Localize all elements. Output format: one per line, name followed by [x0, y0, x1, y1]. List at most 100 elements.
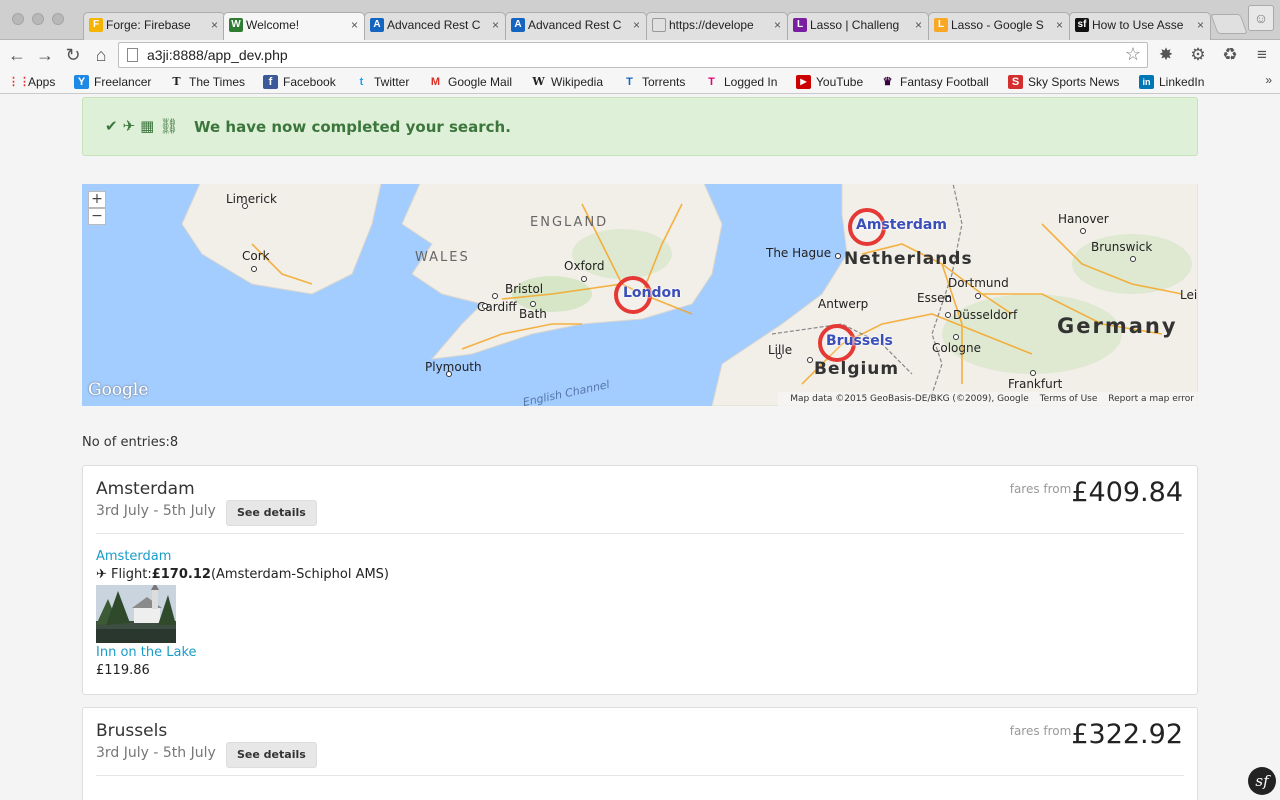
total-price: £322.92 [1071, 719, 1183, 750]
tab-close-icon[interactable]: × [1056, 13, 1063, 37]
car-icon: ⛓ [159, 117, 184, 135]
fares-from-label: fares from [1009, 724, 1072, 738]
map-attribution: Map data ©2015 GeoBasis-DE/BKG (©2009), … [778, 392, 1198, 406]
bookmarks-overflow-icon[interactable]: » [1265, 73, 1272, 87]
bookmark-twitter[interactable]: t Twitter [354, 73, 410, 91]
tab-welcome[interactable]: W Welcome! × [223, 12, 365, 40]
success-alert: ✔✈▦⛓ We have now completed your search. [82, 97, 1198, 156]
tab-close-icon[interactable]: × [1197, 13, 1204, 37]
bookmark-the-times[interactable]: T The Times [169, 73, 245, 91]
bookmark-linkedin[interactable]: in LinkedIn [1139, 73, 1204, 91]
tab-close-icon[interactable]: × [351, 13, 358, 37]
bookmark-google-mail[interactable]: M Google Mail [428, 73, 512, 91]
map-label: Belgium [814, 359, 900, 379]
map-marker-label[interactable]: London [623, 285, 681, 301]
bookmark-label: Facebook [283, 75, 336, 89]
facebook-icon: f [263, 75, 278, 89]
window-minimize-button[interactable] [32, 13, 44, 25]
freelancer-icon: Y [74, 75, 89, 89]
bookmark-star-icon[interactable]: ☆ [1125, 44, 1141, 65]
wikipedia-icon: W [532, 75, 545, 88]
twitter-icon: t [359, 76, 364, 88]
bookmark-label: Apps [28, 75, 56, 89]
tab-close-icon[interactable]: × [633, 13, 640, 37]
google-logo: Google [88, 380, 149, 400]
window-close-button[interactable] [12, 13, 24, 25]
hotel-name-link[interactable]: Inn on the Lake [96, 645, 197, 660]
recycle-icon[interactable]: ♻ [1218, 43, 1242, 67]
linkedin-icon: in [1139, 75, 1154, 89]
tab-close-icon[interactable]: × [774, 13, 781, 37]
tab-close-icon[interactable]: × [492, 13, 499, 37]
fare-summary: fares from£322.92 [1010, 719, 1183, 750]
fare-summary: fares from£409.84 [1010, 477, 1183, 508]
tab-forge-firebase[interactable]: F Forge: Firebase × [83, 12, 225, 40]
tab-title: Welcome! [246, 18, 300, 32]
bookmark-label: Logged In [724, 75, 778, 89]
back-icon[interactable]: ← [5, 43, 29, 67]
bookmark-freelancer[interactable]: Y Freelancer [74, 73, 151, 91]
check-icon: ✔ [105, 117, 123, 135]
tab-lasso-google[interactable]: L Lasso - Google S × [928, 12, 1070, 40]
torrents-icon: T [626, 76, 633, 88]
map-report-error-link[interactable]: Report a map error [1108, 394, 1194, 404]
tab-strip: F Forge: Firebase × W Welcome! × A Advan… [0, 0, 1280, 40]
url-text[interactable]: a3ji:8888/app_dev.php [147, 47, 288, 63]
times-icon: T [172, 75, 181, 88]
card-divider [96, 533, 1184, 534]
map-terms-link[interactable]: Terms of Use [1040, 394, 1098, 404]
symfony-icon: sf [1075, 18, 1089, 32]
bookmark-label: Wikipedia [551, 75, 604, 89]
total-price: £409.84 [1071, 477, 1183, 508]
tab-close-icon[interactable]: × [915, 13, 922, 37]
map-label: Bath [519, 307, 547, 321]
alert-icons: ✔✈▦⛓ [105, 117, 183, 135]
bookmark-label: Torrents [642, 75, 686, 89]
plane-icon: ✈ [96, 567, 107, 582]
extension-icon[interactable]: ✸ [1154, 43, 1178, 67]
new-tab-button[interactable] [1210, 14, 1248, 34]
window-zoom-button[interactable] [52, 13, 64, 25]
result-card-brussels: Brussels 3rd July - 5th July See details… [82, 707, 1198, 800]
bookmark-facebook[interactable]: f Facebook [263, 73, 336, 91]
bookmark-torrents[interactable]: T Torrents [622, 73, 685, 91]
map-marker-label[interactable]: Amsterdam [856, 217, 947, 233]
destination-link[interactable]: Amsterdam [96, 549, 171, 564]
home-icon[interactable]: ⌂ [89, 43, 113, 67]
settings-gear-icon[interactable]: ⚙ [1186, 43, 1210, 67]
bookmark-logged-in[interactable]: T Logged In [704, 73, 777, 91]
bookmark-label: Twitter [374, 75, 410, 89]
tab-advanced-rest-client-1[interactable]: A Advanced Rest C × [364, 12, 506, 40]
tab-how-to-use-assetic[interactable]: sf How to Use Asse × [1069, 12, 1211, 40]
map-marker-label[interactable]: Brussels [826, 333, 893, 349]
map-label: Cork [242, 249, 270, 263]
hotel-photo[interactable] [96, 585, 176, 643]
bookmark-apps[interactable]: ⋮⋮ Apps [8, 73, 55, 91]
symfony-toolbar-icon[interactable]: sf [1248, 767, 1276, 795]
loggedin-icon: T [708, 76, 715, 88]
map-zoom-in-button[interactable]: + [88, 191, 106, 208]
bookmark-label: Google Mail [448, 75, 513, 89]
building-icon: ▦ [140, 117, 160, 135]
entries-count: No of entries:8 [82, 435, 179, 450]
results-map[interactable]: + − Limerick Cork WALES ENGLAND Oxford B… [82, 184, 1198, 406]
tab-lasso-challenge[interactable]: L Lasso | Challeng × [787, 12, 929, 40]
bookmark-sky-sports-news[interactable]: S Sky Sports News [1008, 73, 1119, 91]
see-details-button[interactable]: See details [226, 500, 317, 526]
map-zoom-out-button[interactable]: − [88, 208, 106, 225]
bookmark-label: YouTube [816, 75, 864, 89]
youtube-icon: ▶ [796, 75, 811, 89]
tab-developer[interactable]: https://develope × [646, 12, 788, 40]
bookmark-wikipedia[interactable]: W Wikipedia [531, 73, 603, 91]
bookmark-fantasy-football[interactable]: ♛ Fantasy Football [880, 73, 989, 91]
reload-icon[interactable]: ↻ [61, 43, 85, 67]
menu-icon[interactable]: ≡ [1250, 43, 1274, 67]
sky-sports-icon: S [1008, 75, 1023, 89]
see-details-button[interactable]: See details [226, 742, 317, 768]
tab-close-icon[interactable]: × [211, 13, 218, 37]
forward-icon[interactable]: → [33, 43, 57, 67]
bookmark-youtube[interactable]: ▶ YouTube [796, 73, 863, 91]
profile-icon[interactable]: ☺ [1248, 5, 1274, 31]
address-bar[interactable]: a3ji:8888/app_dev.php ☆ [118, 42, 1148, 68]
tab-advanced-rest-client-2[interactable]: A Advanced Rest C × [505, 12, 647, 40]
